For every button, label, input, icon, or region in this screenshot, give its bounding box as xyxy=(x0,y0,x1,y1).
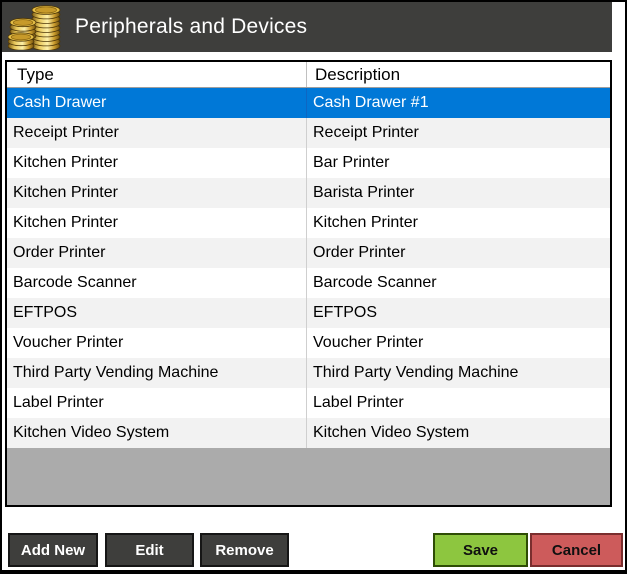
cell-description: EFTPOS xyxy=(306,298,610,328)
cell-type: Kitchen Printer xyxy=(13,214,118,231)
coins-icon xyxy=(8,5,61,50)
table-row[interactable]: Kitchen Printer Barista Printer xyxy=(7,178,610,208)
cell-description: Kitchen Printer xyxy=(306,208,610,238)
column-header-type[interactable]: Type xyxy=(7,62,306,87)
cell-type: EFTPOS xyxy=(13,304,78,321)
cell-type: Kitchen Video System xyxy=(13,424,170,441)
edit-button[interactable]: Edit xyxy=(105,533,194,567)
table-row[interactable]: Barcode Scanner Barcode Scanner xyxy=(7,268,610,298)
cell-type: Third Party Vending Machine xyxy=(13,364,219,381)
cell-description: Label Printer xyxy=(306,388,610,418)
cell-type: Cash Drawer xyxy=(13,94,107,111)
table-header-row: Type Description xyxy=(7,62,610,88)
cell-description: Third Party Vending Machine xyxy=(306,358,610,388)
table-row[interactable]: EFTPOS EFTPOS xyxy=(7,298,610,328)
cell-description: Barcode Scanner xyxy=(306,268,610,298)
add-new-button[interactable]: Add New xyxy=(8,533,98,567)
table-row[interactable]: Cash Drawer Cash Drawer #1 xyxy=(7,88,610,118)
cell-type: Kitchen Printer xyxy=(13,154,118,171)
cancel-button[interactable]: Cancel xyxy=(530,533,623,567)
table-body: Cash Drawer Cash Drawer #1 Receipt Print… xyxy=(7,88,610,448)
cell-type: Barcode Scanner xyxy=(13,274,137,291)
cell-description: Cash Drawer #1 xyxy=(306,88,610,118)
table-row[interactable]: Receipt Printer Receipt Printer xyxy=(7,118,610,148)
cell-description: Receipt Printer xyxy=(306,118,610,148)
table-row[interactable]: Kitchen Video System Kitchen Video Syste… xyxy=(7,418,610,448)
table-row[interactable]: Label Printer Label Printer xyxy=(7,388,610,418)
titlebar: Peripherals and Devices xyxy=(2,2,612,52)
cell-description: Voucher Printer xyxy=(306,328,610,358)
cell-type: Voucher Printer xyxy=(13,334,124,351)
cell-description: Order Printer xyxy=(306,238,610,268)
cell-type: Kitchen Printer xyxy=(13,184,118,201)
cell-description: Bar Printer xyxy=(306,148,610,178)
table-row[interactable]: Third Party Vending Machine Third Party … xyxy=(7,358,610,388)
cell-type: Order Printer xyxy=(13,244,106,261)
remove-button[interactable]: Remove xyxy=(200,533,289,567)
cell-type: Label Printer xyxy=(13,394,104,411)
table-row[interactable]: Kitchen Printer Bar Printer xyxy=(7,148,610,178)
table-row[interactable]: Voucher Printer Voucher Printer xyxy=(7,328,610,358)
window-title: Peripherals and Devices xyxy=(75,15,308,38)
cell-type: Receipt Printer xyxy=(13,124,119,141)
column-header-description[interactable]: Description xyxy=(306,62,610,87)
cell-description: Barista Printer xyxy=(306,178,610,208)
table-row[interactable]: Order Printer Order Printer xyxy=(7,238,610,268)
save-button[interactable]: Save xyxy=(433,533,528,567)
peripherals-dialog: Peripherals and Devices Type Description… xyxy=(0,0,627,574)
cell-description: Kitchen Video System xyxy=(306,418,610,448)
peripherals-table: Type Description Cash Drawer Cash Drawer… xyxy=(5,60,612,507)
table-row[interactable]: Kitchen Printer Kitchen Printer xyxy=(7,208,610,238)
